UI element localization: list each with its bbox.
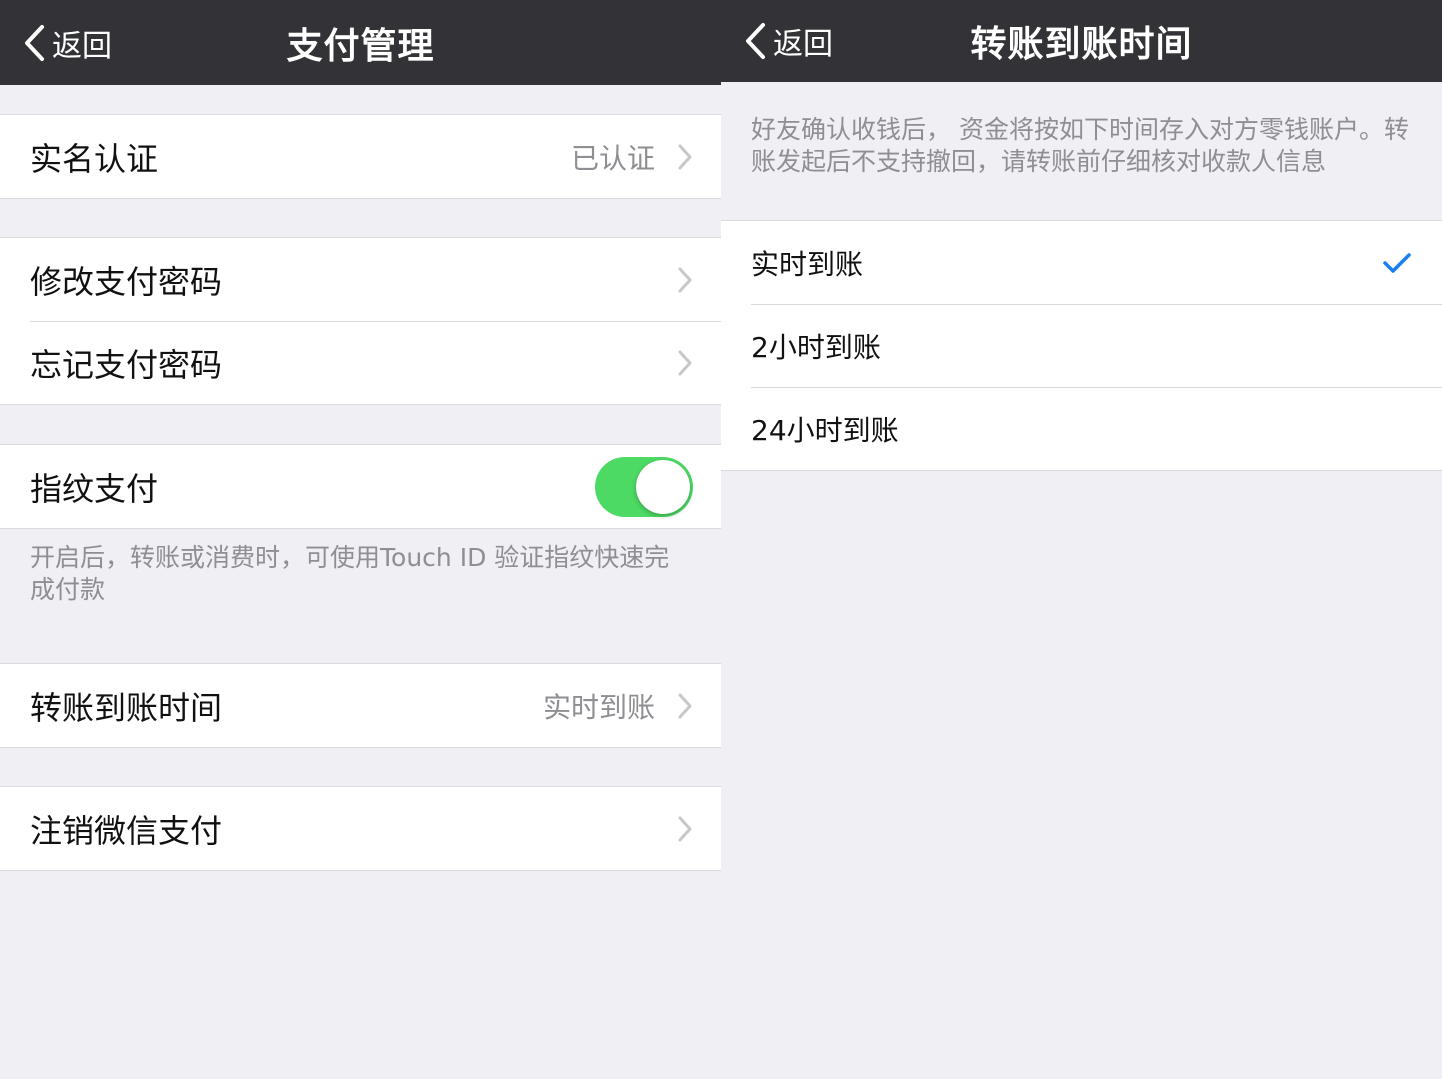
navigation-bar: 返回 转账到账时间	[721, 0, 1442, 82]
option-24-hours[interactable]: 24小时到账	[721, 387, 1442, 470]
fingerprint-note: 开启后，转账或消费时，可使用Touch ID 验证指纹快速完成付款	[30, 543, 670, 604]
fingerprint-label: 指纹支付	[30, 469, 159, 508]
transfer-options-group: 实时到账 2小时到账 24小时到账	[721, 220, 1442, 471]
real-name-status: 已认证	[570, 141, 655, 175]
payment-management-screen: 返回 支付管理 实名认证 已认证 修改支付密码 忘记支付密码 指纹支付 开启后，…	[0, 0, 721, 1079]
transfer-time-group: 转账到账时间 实时到账	[0, 663, 721, 748]
forgot-password-row[interactable]: 忘记支付密码	[0, 321, 721, 404]
checkmark-icon	[1383, 252, 1411, 273]
fingerprint-group: 指纹支付	[0, 444, 721, 529]
transfer-time-row[interactable]: 转账到账时间 实时到账	[0, 664, 721, 747]
transfer-time-screen: 返回 转账到账时间 好友确认收钱后， 资金将按如下时间存入对方零钱账户。转账发起…	[721, 0, 1442, 1079]
change-password-label: 修改支付密码	[30, 262, 223, 301]
chevron-right-icon	[678, 144, 692, 169]
page-title: 支付管理	[286, 25, 435, 67]
chevron-right-icon	[678, 816, 692, 841]
option-label: 实时到账	[751, 247, 864, 281]
real-name-label: 实名认证	[30, 139, 159, 178]
transfer-time-label: 转账到账时间	[30, 688, 223, 727]
real-name-group: 实名认证 已认证	[0, 114, 721, 199]
chevron-right-icon	[678, 267, 692, 292]
navigation-bar: 返回 支付管理	[0, 0, 721, 85]
option-2-hours[interactable]: 2小时到账	[721, 304, 1442, 387]
password-group: 修改支付密码 忘记支付密码	[0, 237, 721, 405]
transfer-time-value: 实时到账	[542, 690, 655, 724]
change-password-row[interactable]: 修改支付密码	[0, 238, 721, 321]
fingerprint-row: 指纹支付	[0, 445, 721, 528]
cancel-pay-group: 注销微信支付	[0, 786, 721, 871]
forgot-password-label: 忘记支付密码	[30, 345, 223, 384]
option-realtime[interactable]: 实时到账	[721, 221, 1442, 304]
option-label: 24小时到账	[751, 413, 899, 447]
fingerprint-toggle[interactable]	[595, 457, 693, 517]
toggle-knob	[636, 460, 690, 514]
transfer-note: 好友确认收钱后， 资金将按如下时间存入对方零钱账户。转账发起后不支持撤回，请转账…	[751, 115, 1409, 176]
cancel-wechat-pay-label: 注销微信支付	[30, 811, 223, 850]
option-label: 2小时到账	[751, 330, 881, 364]
real-name-row[interactable]: 实名认证 已认证	[0, 115, 721, 198]
cancel-wechat-pay-row[interactable]: 注销微信支付	[0, 787, 721, 870]
chevron-right-icon	[678, 350, 692, 375]
chevron-right-icon	[678, 693, 692, 718]
page-title: 转账到账时间	[970, 24, 1193, 65]
